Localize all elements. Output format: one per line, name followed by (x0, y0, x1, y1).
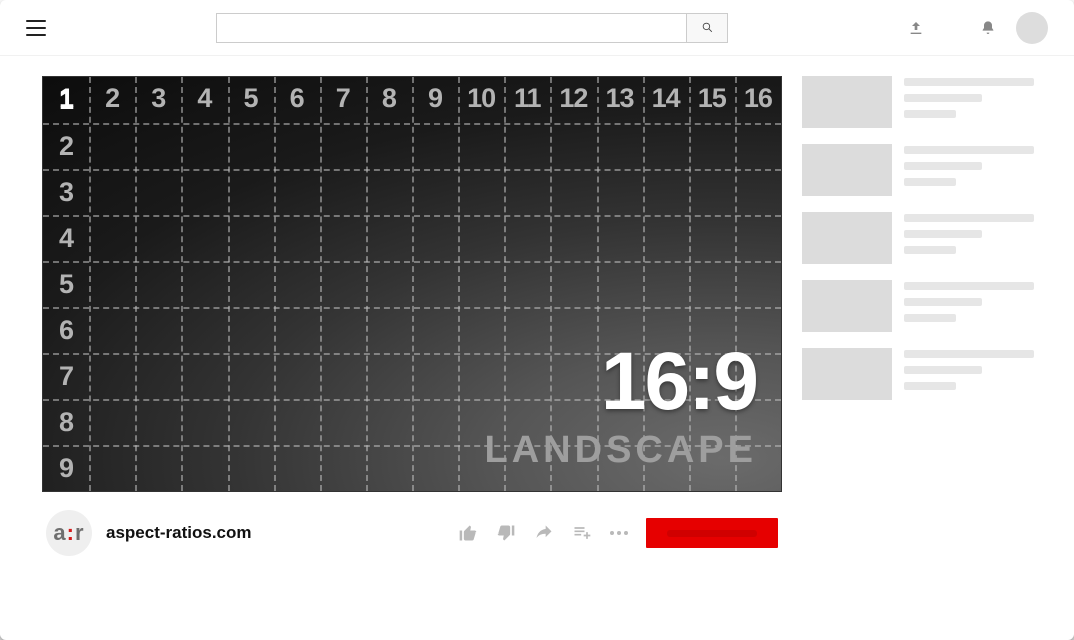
video-player[interactable]: 12345678910111213141516 123456789 16:9 L… (42, 76, 782, 492)
search-input[interactable] (216, 13, 686, 43)
dot-icon (610, 531, 614, 535)
more-button[interactable] (610, 531, 628, 535)
search-icon (701, 21, 714, 34)
related-video-item[interactable] (802, 76, 1052, 128)
main-column: 12345678910111213141516 123456789 16:9 L… (42, 76, 782, 640)
grid-col-number: 14 (643, 77, 689, 123)
thumbs-down-icon (496, 523, 516, 543)
channel-avatar[interactable]: a:r (46, 510, 92, 556)
save-button[interactable] (572, 523, 592, 543)
app-window: 12345678910111213141516 123456789 16:9 L… (0, 0, 1074, 640)
search-wrap (216, 13, 728, 43)
grid-row-number: 9 (43, 445, 89, 491)
topbar (0, 0, 1074, 56)
subscribe-label-placeholder (667, 530, 757, 537)
grid-row-number: 1 (43, 77, 89, 123)
dislike-button[interactable] (496, 523, 516, 543)
related-video-item[interactable] (802, 144, 1052, 196)
dot-icon (624, 531, 628, 535)
playlist-add-icon (572, 523, 592, 543)
grid-row-number: 5 (43, 261, 89, 307)
channel-logo-r: r (75, 520, 85, 546)
subscribe-button[interactable] (646, 518, 778, 548)
channel-logo-colon: : (67, 520, 75, 546)
grid-col-number: 4 (181, 77, 227, 123)
share-button[interactable] (534, 523, 554, 543)
related-thumbnail (802, 212, 892, 264)
apps-icon[interactable] (944, 20, 960, 36)
grid-col-number: 9 (412, 77, 458, 123)
aspect-ratio-sublabel: LANDSCAPE (485, 431, 757, 469)
upload-icon[interactable] (908, 20, 924, 36)
menu-icon[interactable] (26, 20, 46, 36)
aspect-ratio-label: 16:9 (601, 341, 757, 423)
share-icon (534, 523, 554, 543)
related-thumbnail (802, 348, 892, 400)
grid-row-number: 8 (43, 399, 89, 445)
grid-col-numbers: 12345678910111213141516 (43, 77, 781, 123)
search-button[interactable] (686, 13, 728, 43)
bell-icon[interactable] (980, 19, 996, 37)
grid-row-number: 4 (43, 215, 89, 261)
grid-row-number: 7 (43, 353, 89, 399)
grid-row-number: 6 (43, 307, 89, 353)
related-lines (904, 76, 1052, 128)
grid-col-number: 5 (228, 77, 274, 123)
related-thumbnail (802, 144, 892, 196)
grid-col-number: 11 (504, 77, 550, 123)
channel-logo-a: a (53, 520, 66, 546)
related-lines (904, 144, 1052, 196)
related-video-item[interactable] (802, 280, 1052, 332)
grid-col-number: 2 (89, 77, 135, 123)
related-thumbnail (802, 76, 892, 128)
video-meta-row: a:r aspect-ratios.com (42, 492, 782, 574)
related-sidebar (802, 76, 1052, 640)
grid-col-number: 7 (320, 77, 366, 123)
topbar-right (908, 12, 1048, 44)
content: 12345678910111213141516 123456789 16:9 L… (0, 56, 1074, 640)
dot-icon (617, 531, 621, 535)
related-lines (904, 280, 1052, 332)
channel-name[interactable]: aspect-ratios.com (106, 523, 252, 543)
video-actions (458, 518, 778, 548)
grid-row-number: 2 (43, 123, 89, 169)
like-button[interactable] (458, 523, 478, 543)
thumbs-up-icon (458, 523, 478, 543)
grid-row-number: 3 (43, 169, 89, 215)
grid-col-number: 3 (135, 77, 181, 123)
grid-col-number: 15 (689, 77, 735, 123)
related-lines (904, 212, 1052, 264)
user-avatar[interactable] (1016, 12, 1048, 44)
related-video-item[interactable] (802, 348, 1052, 400)
grid-col-number: 13 (597, 77, 643, 123)
grid-col-number: 16 (735, 77, 781, 123)
related-thumbnail (802, 280, 892, 332)
grid-col-number: 12 (550, 77, 596, 123)
grid-col-number: 10 (458, 77, 504, 123)
grid-row-numbers: 123456789 (43, 77, 89, 491)
grid-col-number: 8 (366, 77, 412, 123)
related-video-item[interactable] (802, 212, 1052, 264)
related-lines (904, 348, 1052, 400)
grid-col-number: 6 (274, 77, 320, 123)
